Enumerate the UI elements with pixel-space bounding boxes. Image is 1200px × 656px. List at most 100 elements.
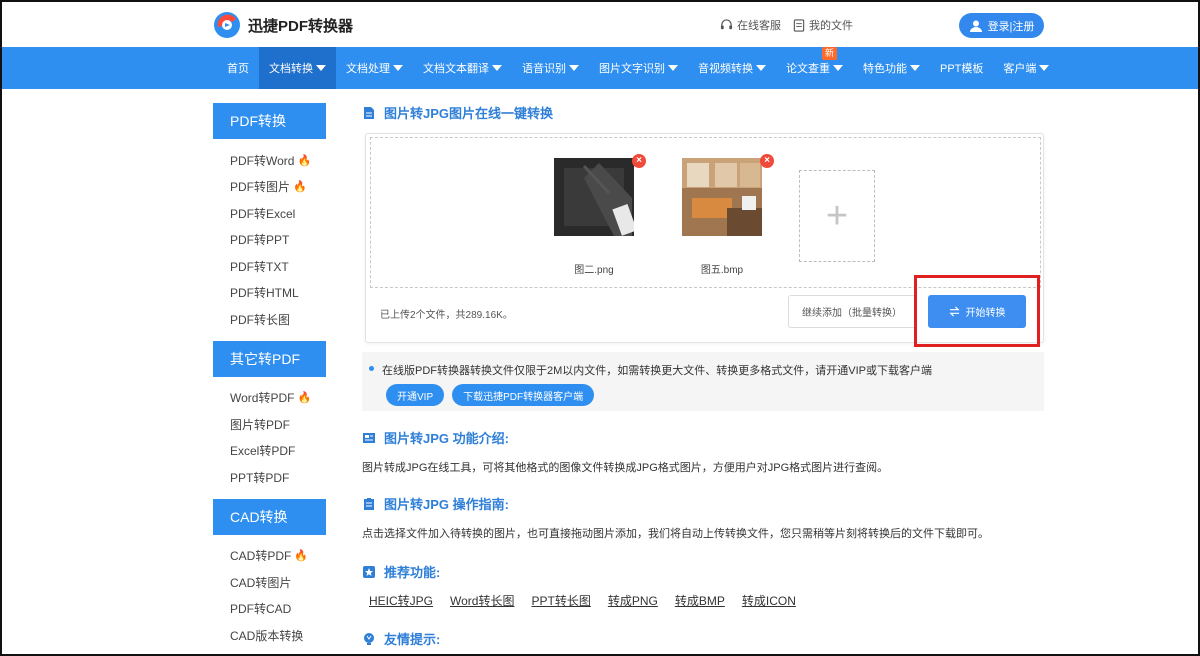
sidebar-item-label: PDF转TXT [230, 259, 289, 274]
sidebar-item[interactable]: PDF转Excel [230, 200, 326, 227]
sidebar-item-label: 图片转PDF [230, 417, 291, 432]
tips-section: 友情提示: [362, 629, 440, 648]
guide-title-text: 图片转JPG 操作指南: [384, 497, 509, 512]
nav-item-label: 特色功能 [863, 63, 907, 75]
sidebar-item[interactable]: 图片转PDF [230, 411, 326, 438]
sidebar-item[interactable]: PDF转HTML [230, 280, 326, 307]
recommend-link[interactable]: PPT转长图 [531, 592, 590, 609]
upload-info: 已上传2个文件，共289.16K。 [380, 310, 513, 321]
file-icon [793, 18, 805, 32]
sidebar-item[interactable]: PDF转CAD [230, 596, 326, 623]
document-icon [364, 106, 374, 119]
sidebar-group-title[interactable]: PDF转换 [213, 103, 326, 139]
delete-file-button[interactable]: × [760, 154, 774, 168]
sidebar-item-label: Word转PDF [230, 391, 295, 406]
nav-item-label: 客户端 [1003, 63, 1037, 75]
sidebar-item[interactable]: PPT转PDF [230, 464, 326, 491]
my-files-label: 我的文件 [809, 20, 853, 32]
sidebar-item-label: PDF转HTML [230, 286, 299, 301]
add-more-button[interactable]: 继续添加（批量转换） [788, 295, 916, 328]
guide-icon [364, 497, 374, 510]
online-service-label: 在线客服 [737, 20, 781, 32]
sidebar-item[interactable]: PDF转长图 [230, 306, 326, 333]
lightbulb-icon [364, 632, 374, 645]
sidebar-item-label: PDF转PPT [230, 233, 290, 248]
tips-title-text: 友情提示: [384, 632, 441, 647]
nav-item[interactable]: 论文查重 新 [776, 47, 853, 89]
sidebar-item-label: PDF转CAD [230, 602, 292, 617]
convert-icon [948, 306, 960, 317]
new-badge: 新 [822, 47, 838, 60]
fire-icon: 🔥 [297, 154, 312, 167]
sidebar-item[interactable]: Word转PDF 🔥 [230, 385, 326, 412]
caret-down-icon [1039, 65, 1050, 71]
sidebar-item-label: PPT转PDF [230, 470, 290, 485]
caret-down-icon [668, 65, 678, 71]
my-files-link[interactable]: 我的文件 [793, 17, 853, 33]
file-thumb[interactable]: × 图二.png [554, 154, 646, 276]
recommend-links: HEIC转JPG Word转长图 PPT转长图 转成PNG 转成BMP 转成ICON [369, 592, 796, 609]
tips-title: 友情提示: [362, 629, 440, 648]
main-nav: 首页 文档转换 文档处理 文档文本翻译 语音识别 图片文字识别 音视频转换 论文查重 新特色功能… [0, 47, 1200, 89]
sidebar-group-title[interactable]: 其它转PDF [213, 340, 326, 377]
nav-item[interactable]: 音视频转换 [688, 47, 776, 89]
recommend-title-text: 推荐功能: [384, 565, 441, 580]
sidebar-item[interactable]: Excel转PDF [230, 438, 326, 465]
delete-file-button[interactable]: × [632, 154, 646, 168]
sidebar-item[interactable]: PDF转PPT [230, 227, 326, 254]
nav-item[interactable]: 文档处理 [336, 47, 413, 89]
logo[interactable]: 迅捷PDF转换器 [212, 10, 353, 40]
caret-down-icon [393, 65, 403, 71]
nav-item[interactable]: 客户端 [993, 47, 1059, 89]
open-vip-button[interactable]: 开通VIP [386, 384, 445, 406]
sidebar-group-list: PDF转Word 🔥 PDF转图片 🔥 PDF转Excel PDF转PPT PDF转TXT P… [213, 139, 326, 341]
add-file-slot[interactable]: + [799, 170, 875, 262]
logo-icon [214, 12, 240, 38]
nav-item[interactable]: 文档文本翻译 [413, 47, 512, 89]
recommend-link[interactable]: Word转长图 [450, 592, 514, 609]
sidebar-group-list: Word转PDF 🔥 图片转PDF Excel转PDF PPT转PDF [213, 377, 326, 499]
notice-text: 在线版PDF转换器转换文件仅限于2M以内文件，如需转换更大文件、转换更多格式文件… [369, 362, 1044, 378]
sidebar-item-label: CAD版本转换 [230, 628, 304, 643]
recommend-link[interactable]: 转成BMP [675, 592, 725, 609]
caret-down-icon [756, 65, 766, 71]
recommend-link[interactable]: 转成PNG [608, 592, 658, 609]
sidebar-item[interactable]: CAD转PDF 🔥 [230, 543, 326, 570]
sidebar-item-label: Excel转PDF [230, 444, 296, 459]
nav-item[interactable]: 图片文字识别 [589, 47, 688, 89]
drop-zone[interactable]: × 图二.png × 图五.bmp + [370, 137, 1041, 288]
sidebar-item[interactable]: CAD版本转换 [230, 622, 326, 649]
sidebar-item[interactable]: PDF转TXT [230, 253, 326, 280]
nav-item[interactable]: 特色功能 [853, 47, 930, 89]
file-thumb[interactable]: × 图五.bmp [682, 154, 774, 276]
download-client-button[interactable]: 下载迅捷PDF转换器客户端 [452, 384, 595, 406]
headset-icon [720, 18, 733, 29]
sidebar-item-label: PDF转图片 [230, 180, 291, 195]
notice-panel: 在线版PDF转换器转换文件仅限于2M以内文件，如需转换更大文件、转换更多格式文件… [362, 352, 1044, 411]
logo-text: 迅捷PDF转换器 [248, 17, 354, 35]
nav-item[interactable]: 语音识别 [512, 47, 589, 89]
intro-title-text: 图片转JPG 功能介绍: [384, 431, 509, 446]
recommend-link[interactable]: 转成ICON [742, 592, 796, 609]
start-convert-button[interactable]: 开始转换 [928, 295, 1026, 328]
nav-item-label: 文档处理 [346, 63, 390, 75]
sidebar-group-title[interactable]: CAD转换 [213, 498, 326, 535]
recommend-link[interactable]: HEIC转JPG [369, 592, 433, 609]
nav-item[interactable]: PPT模板 [930, 47, 993, 89]
sidebar-item[interactable]: PDF转Word 🔥 [230, 147, 326, 174]
upload-panel: × 图二.png × 图五.bmp + 已上传2个文件，共289.16K。 继续… [365, 133, 1044, 343]
tool-title: 图片转JPG图片在线一键转换 [362, 103, 1045, 122]
sidebar-item-label: PDF转长图 [230, 312, 291, 327]
caret-down-icon [492, 65, 502, 71]
nav-item[interactable]: 文档转换 [259, 47, 336, 89]
sidebar-item[interactable]: PDF转图片 🔥 [230, 174, 326, 201]
plus-icon: + [825, 194, 849, 237]
sidebar-item[interactable]: CAD转图片 [230, 569, 326, 596]
online-service-link[interactable]: 在线客服 [720, 17, 781, 33]
start-convert-label: 开始转换 [965, 308, 1006, 319]
nav-item[interactable]: 首页 [217, 47, 259, 89]
login-button[interactable]: 登录|注册 [959, 13, 1044, 38]
guide-section: 图片转JPG 操作指南: 点击选择文件加入待转换的图片，也可直接拖动图片添加，我… [362, 494, 989, 541]
guide-text: 点击选择文件加入待转换的图片，也可直接拖动图片添加，我们将自动上传转换文件，您只… [362, 528, 989, 540]
file-name: 图二.png [574, 265, 614, 276]
